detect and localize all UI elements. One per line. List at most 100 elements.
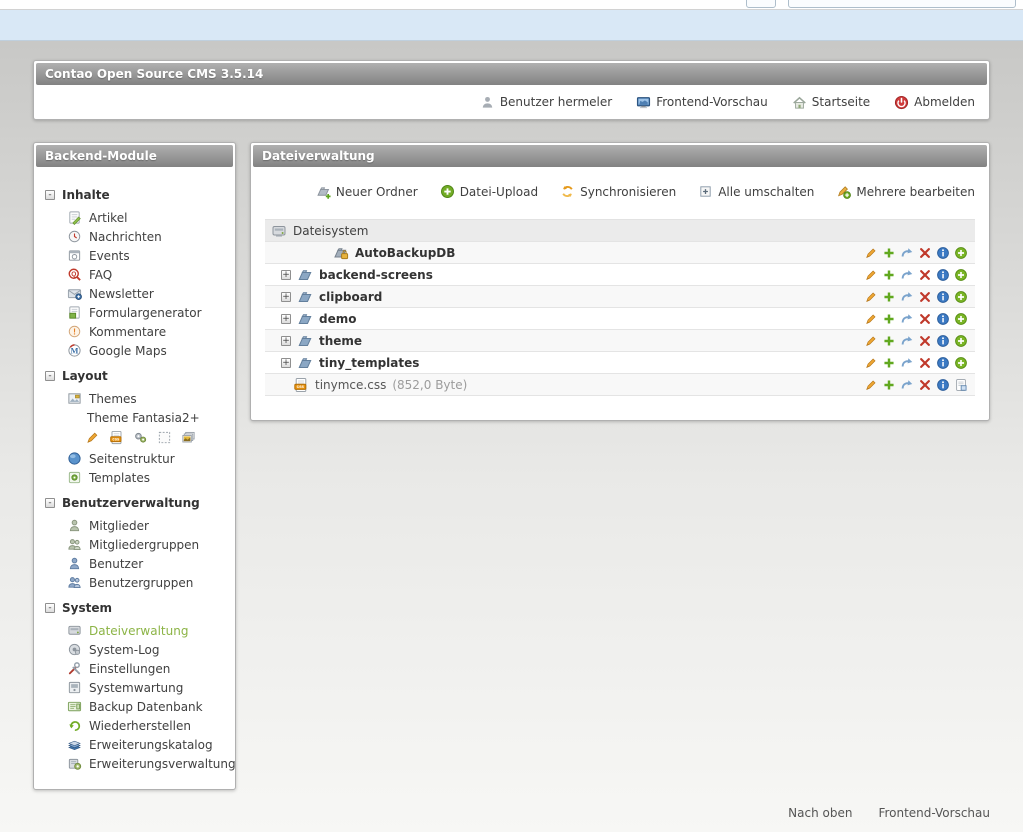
folder-name[interactable]: backend-screens [319,268,433,282]
info-icon[interactable] [936,268,950,282]
delete-icon[interactable] [918,356,932,370]
toolbar-neuer-ordner[interactable]: Neuer Ordner [316,184,418,199]
expand-icon[interactable]: + [281,270,291,280]
expand-icon[interactable]: + [281,358,291,368]
sidebar-item-mitglieder[interactable]: Mitglieder [42,516,227,535]
collapse-icon[interactable]: - [45,190,55,200]
paste-into-icon[interactable] [954,334,968,348]
paste-into-icon[interactable] [954,356,968,370]
image-sizes-icon[interactable] [181,430,196,445]
expand-icon[interactable]: + [281,314,291,324]
pencil-icon[interactable] [864,356,878,370]
section-header-benutzerverwaltung[interactable]: -Benutzerverwaltung [45,496,227,510]
pencil-icon[interactable] [864,334,878,348]
pencil-icon[interactable] [864,290,878,304]
move-icon[interactable] [900,312,914,326]
sidebar-item-systemwartung[interactable]: Systemwartung [42,678,227,697]
toolbar-synchronisieren[interactable]: Synchronisieren [560,184,676,199]
delete-icon[interactable] [918,334,932,348]
move-icon[interactable] [900,356,914,370]
folder-name[interactable]: demo [319,312,356,326]
move-icon[interactable] [900,290,914,304]
indent-spacer [271,252,327,253]
pencil-icon[interactable] [864,378,878,392]
sidebar-item-dateiverwaltung[interactable]: Dateiverwaltung [42,621,227,640]
sidebar-item-seitenstruktur[interactable]: Seitenstruktur [42,449,227,468]
folder-name[interactable]: AutoBackupDB [355,246,455,260]
menu-item-frontend-vorschau[interactable]: Frontend-Vorschau [636,95,768,110]
pencil-icon[interactable] [85,430,100,445]
sidebar-item-wiederherstellen[interactable]: Wiederherstellen [42,716,227,735]
expand-icon[interactable]: + [281,292,291,302]
info-icon[interactable] [936,246,950,260]
plus-icon[interactable] [882,290,896,304]
paste-into-icon[interactable] [954,312,968,326]
sidebar-item-themes[interactable]: Themes [42,389,227,408]
paste-into-icon[interactable] [954,246,968,260]
plus-icon[interactable] [882,246,896,260]
delete-icon[interactable] [918,246,932,260]
collapse-icon[interactable]: - [45,603,55,613]
paste-into-icon[interactable] [954,290,968,304]
delete-icon[interactable] [918,290,932,304]
sidebar-item-artikel[interactable]: Artikel [42,208,227,227]
gears-icon[interactable] [133,430,148,445]
toolbar-mehrere-bearbeiten[interactable]: Mehrere bearbeiten [836,184,975,199]
sidebar-item-faq[interactable]: QFAQ [42,265,227,284]
section-header-layout[interactable]: -Layout [45,369,227,383]
sidebar-item-benutzergruppen[interactable]: Benutzergruppen [42,573,227,592]
sidebar-item-events[interactable]: Events [42,246,227,265]
toolbar-alle-umschalten[interactable]: Alle umschalten [698,184,814,199]
sidebar-item-erweiterungsverwaltung[interactable]: Erweiterungsverwaltung [42,754,227,773]
source-edit-icon[interactable] [954,378,968,392]
delete-icon[interactable] [918,268,932,282]
sidebar-item-benutzer[interactable]: Benutzer [42,554,227,573]
plus-icon[interactable] [882,268,896,282]
sidebar-item-google-maps[interactable]: MGoogle Maps [42,341,227,360]
sidebar-item-backup-datenbank[interactable]: Backup Datenbank [42,697,227,716]
info-icon[interactable] [936,290,950,304]
plus-icon[interactable] [882,378,896,392]
menu-item-startseite[interactable]: Startseite [792,95,870,110]
delete-icon[interactable] [918,312,932,326]
paste-into-icon[interactable] [954,268,968,282]
collapse-icon[interactable]: - [45,371,55,381]
modules-icon[interactable] [157,430,172,445]
delete-icon[interactable] [918,378,932,392]
info-icon[interactable] [936,334,950,348]
sidebar-item-erweiterungskatalog[interactable]: Erweiterungskatalog [42,735,227,754]
expand-icon[interactable]: + [281,336,291,346]
plus-icon[interactable] [882,356,896,370]
pencil-icon[interactable] [864,268,878,282]
pencil-icon[interactable] [864,312,878,326]
sidebar-item-templates[interactable]: Templates [42,468,227,487]
sidebar-item-mitgliedergruppen[interactable]: Mitgliedergruppen [42,535,227,554]
info-icon[interactable] [936,356,950,370]
toolbar-datei-upload[interactable]: Datei-Upload [440,184,538,199]
section-header-inhalte[interactable]: -Inhalte [45,188,227,202]
plus-icon[interactable] [882,312,896,326]
move-icon[interactable] [900,268,914,282]
sidebar-item-newsletter[interactable]: Newsletter [42,284,227,303]
move-icon[interactable] [900,334,914,348]
pencil-icon[interactable] [864,246,878,260]
plus-icon[interactable] [882,334,896,348]
folder-name[interactable]: tiny_templates [319,356,419,370]
sidebar-item-formulargenerator[interactable]: Formulargenerator [42,303,227,322]
info-icon[interactable] [936,378,950,392]
sidebar-item-kommentare[interactable]: !Kommentare [42,322,227,341]
css-file-icon[interactable]: css [109,430,124,445]
section-header-system[interactable]: -System [45,601,227,615]
info-icon[interactable] [936,312,950,326]
collapse-icon[interactable]: - [45,498,55,508]
move-icon[interactable] [900,378,914,392]
menu-item-abmelden[interactable]: Abmelden [894,95,975,110]
sidebar-item-einstellungen[interactable]: Einstellungen [42,659,227,678]
file-name[interactable]: tinymce.css [315,378,386,392]
sidebar-item-nachrichten[interactable]: Nachrichten [42,227,227,246]
menu-item-benutzer-hermeler[interactable]: Benutzer hermeler [480,95,612,110]
folder-name[interactable]: theme [319,334,362,348]
move-icon[interactable] [900,246,914,260]
folder-name[interactable]: clipboard [319,290,382,304]
sidebar-item-system-log[interactable]: System-Log [42,640,227,659]
